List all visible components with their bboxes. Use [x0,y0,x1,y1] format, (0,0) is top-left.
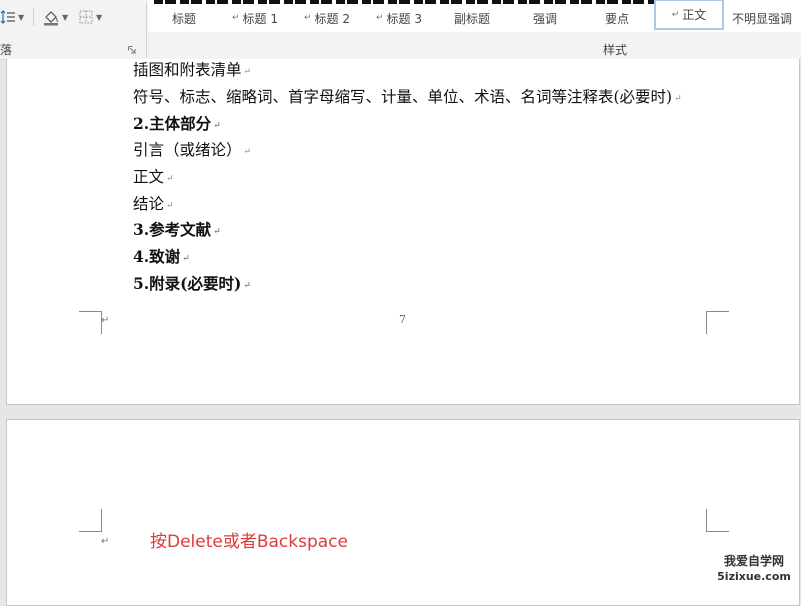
separator [33,8,34,26]
paragraph-group: ▼ ▼ ▼ 落 [0,0,145,59]
paint-bucket-icon [44,11,58,26]
paragraph-text: 3.参考文献 [133,220,212,239]
chevron-down-icon: ▼ [96,12,103,22]
ribbon: ▼ ▼ ▼ 落 标题 ↵ 标题 1 ↵ 标题 2 ↵ 标题 3 副标题 强调 要… [0,0,801,60]
paragraph-mark-icon: ↵ [304,13,312,23]
line-spacing-button[interactable]: ▼ [0,6,24,28]
paragraph-text: 5.附录(必要时) [133,274,242,293]
group-divider [146,2,147,58]
paragraph-mark-icon: ↵ [243,281,251,291]
paragraph-text: 引言（或绪论） [133,141,242,159]
style-emphasis[interactable]: 强调 [510,6,580,30]
paragraph-text: 正文 [133,168,165,186]
chevron-down-icon: ▼ [18,12,25,22]
document-page[interactable]: 插图和附表清单 ↵ 符号、标志、缩略词、首字母缩写、计量、单位、术语、名词等注释表… [6,59,800,405]
paragraph-mark-icon: ↵ [243,147,252,157]
heading-paragraph[interactable]: 4.致谢 ↵ [133,246,190,268]
body-paragraph[interactable]: 插图和附表清单 ↵ [133,59,251,81]
style-label: 强调 [532,11,557,26]
heading-paragraph[interactable]: 3.参考文献 ↵ [133,219,221,241]
style-normal[interactable]: ↵ 正文 [654,0,724,30]
line-spacing-icon [0,10,15,24]
paragraph-text: 符号、标志、缩略词、首字母缩写、计量、单位、术语、名词等注释表(必要时) [133,88,673,106]
style-subtle-emphasis[interactable]: 不明显强调 [724,6,800,30]
annotation-text: 按Delete或者Backspace [150,532,348,552]
style-label: 正文 [682,8,707,22]
body-paragraph[interactable]: 正文 ↵ [133,166,174,188]
paragraph-group-label: 落 [0,43,13,57]
dialog-launcher-icon[interactable] [128,46,136,54]
heading-paragraph[interactable]: 5.附录(必要时) ↵ [133,273,251,295]
watermark-url: 5izixue.com [717,570,791,583]
paragraph-mark-icon: ↵ [213,121,221,131]
borders-icon [79,10,93,24]
styles-group-label: 样式 [603,43,628,57]
body-paragraph[interactable]: 结论 ↵ [133,193,174,215]
gallery-row-edge [154,0,654,4]
paragraph-mark-icon: ↵ [101,536,110,547]
paragraph-text: 结论 [133,195,165,213]
paragraph-mark-icon: ↵ [166,174,174,184]
style-label: 不明显强调 [731,11,792,26]
paragraph-mark-icon: ↵ [674,94,682,104]
style-label: 标题 1 [242,11,278,26]
paragraph-mark-icon: ↵ [671,9,680,20]
style-label: 标题 3 [386,11,422,26]
shading-button[interactable]: ▼ [42,6,68,28]
style-heading-3[interactable]: ↵ 标题 3 [364,6,434,30]
paragraph-mark-icon: ↵ [182,254,190,264]
style-label: 标题 2 [314,11,350,26]
style-label: 要点 [604,11,629,26]
style-title[interactable]: 标题 [150,6,218,30]
borders-button[interactable]: ▼ [78,6,102,28]
styles-gallery: 标题 ↵ 标题 1 ↵ 标题 2 ↵ 标题 3 副标题 强调 要点 ↵ 正文 不… [148,0,801,32]
paragraph-mark-icon: ↵ [166,201,174,211]
style-key-point[interactable]: 要点 [582,6,652,30]
crop-mark-top-left [79,509,102,532]
site-watermark: 我爱自学网 5izixue.com [709,553,799,589]
paragraph-mark-icon: ↵ [232,13,240,23]
crop-mark-bottom-right [706,311,729,334]
paragraph-mark-icon: ↵ [101,315,110,326]
document-page[interactable]: ↵ 按Delete或者Backspace [6,419,800,606]
crop-mark-bottom-left [79,311,102,334]
style-label: 副标题 [453,11,490,26]
paragraph-text: 插图和附表清单 [133,61,242,79]
body-paragraph[interactable]: 引言（或绪论） ↵ [133,139,251,161]
style-label: 标题 [171,11,196,26]
paragraph-text: 2.主体部分 [133,114,212,133]
crop-mark-top-right [706,509,729,532]
style-heading-2[interactable]: ↵ 标题 2 [292,6,362,30]
paragraph-mark-icon: ↵ [376,13,384,23]
style-heading-1[interactable]: ↵ 标题 1 [220,6,290,30]
paragraph-mark-icon: ↵ [213,227,221,237]
body-paragraph[interactable]: 符号、标志、缩略词、首字母缩写、计量、单位、术语、名词等注释表(必要时) ↵ [133,86,682,108]
chevron-down-icon: ▼ [62,12,69,22]
heading-paragraph[interactable]: 2.主体部分 ↵ [133,113,221,135]
page-number: 7 [399,313,406,326]
paragraph-mark-icon: ↵ [243,67,252,77]
paragraph-text: 4.致谢 [133,247,181,266]
style-subtitle[interactable]: 副标题 [436,6,508,30]
watermark-line: 我爱自学网 [723,554,784,568]
